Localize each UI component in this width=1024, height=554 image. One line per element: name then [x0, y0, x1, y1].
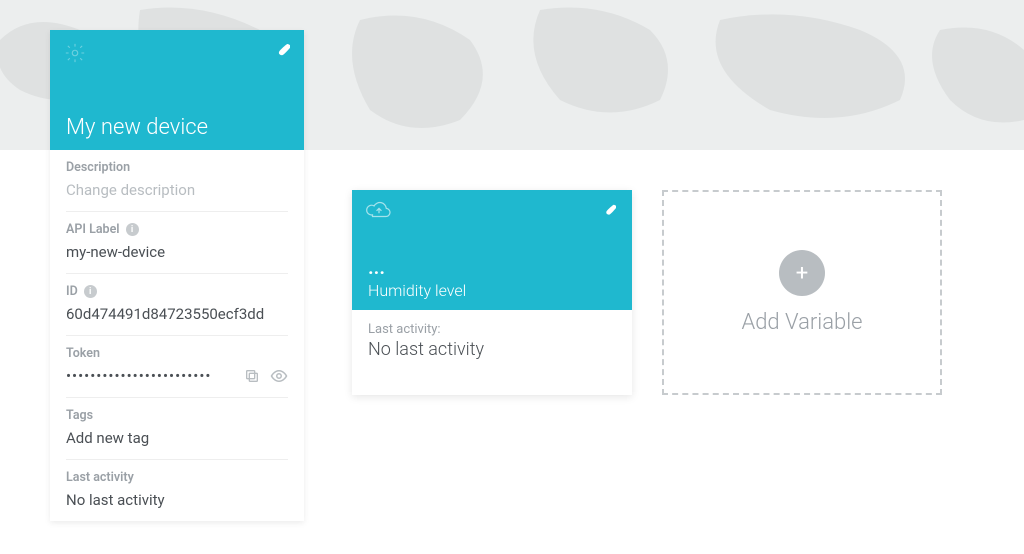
gear-icon [64, 42, 86, 68]
variables-area: ... Humidity level Last activity: No las… [352, 30, 974, 395]
last-activity-field: Last activity No last activity [66, 460, 288, 521]
token-field: Token •••••••••••••••••••••••• [66, 336, 288, 398]
cloud-icon [366, 200, 392, 224]
variable-card-body: Last activity: No last activity [352, 310, 632, 378]
description-field: Description Change description [66, 150, 288, 212]
variable-last-activity-value: No last activity [368, 339, 616, 360]
device-title[interactable]: My new device [66, 115, 288, 140]
variable-name: Humidity level [368, 281, 616, 300]
tags-field: Tags Add new tag [66, 398, 288, 460]
id-value: 60d474491d84723550ecf3dd [66, 305, 288, 323]
description-input[interactable]: Change description [66, 181, 288, 199]
info-icon[interactable]: i [84, 285, 97, 298]
add-variable-button[interactable]: + Add Variable [662, 190, 942, 395]
variable-card-header: ... Humidity level [352, 190, 632, 310]
info-icon[interactable]: i [126, 223, 139, 236]
tags-input[interactable]: Add new tag [66, 429, 288, 447]
last-activity-value: No last activity [66, 491, 288, 509]
eye-icon[interactable] [270, 367, 288, 385]
id-field: ID i 60d474491d84723550ecf3dd [66, 274, 288, 336]
api-label-value[interactable]: my-new-device [66, 243, 288, 261]
brush-icon[interactable] [274, 42, 290, 62]
description-label: Description [66, 160, 288, 175]
id-label: ID i [66, 284, 288, 299]
copy-icon[interactable] [244, 368, 260, 384]
add-variable-label: Add Variable [741, 310, 862, 335]
device-panel: My new device Description Change descrip… [50, 30, 304, 521]
variable-last-activity-label: Last activity: [368, 322, 616, 337]
variable-value: ... [368, 255, 616, 279]
last-activity-label: Last activity [66, 470, 288, 485]
device-panel-header: My new device [50, 30, 304, 150]
token-label: Token [66, 346, 288, 361]
brush-icon[interactable] [602, 202, 616, 221]
device-panel-body: Description Change description API Label… [50, 150, 304, 521]
plus-icon: + [779, 250, 825, 296]
variable-card[interactable]: ... Humidity level Last activity: No las… [352, 190, 632, 395]
api-label-label: API Label i [66, 222, 288, 237]
api-label-field: API Label i my-new-device [66, 212, 288, 274]
token-value: •••••••••••••••••••••••• [66, 367, 234, 385]
tags-label: Tags [66, 408, 288, 423]
